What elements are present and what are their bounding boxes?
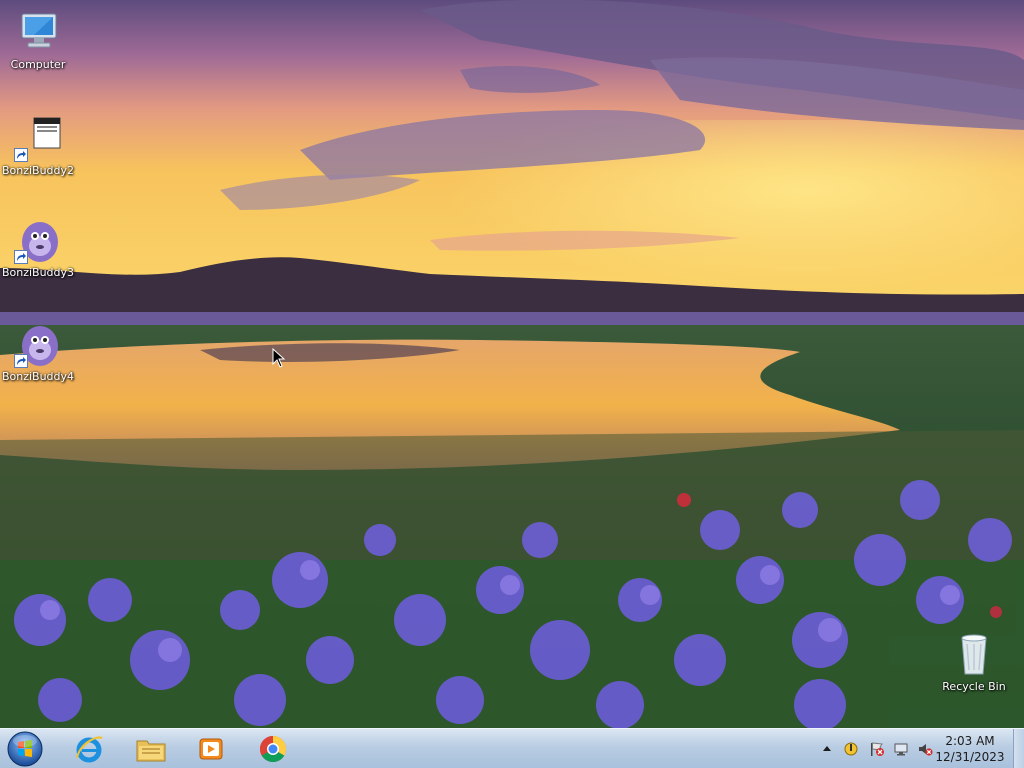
file-explorer-icon: [136, 740, 166, 762]
desktop[interactable]: Computer BonziBuddy2 BonziBuddy3 BonziBu…: [0, 0, 1024, 728]
taskbar: 2:03 AM 12/31/2023: [0, 728, 1024, 768]
start-orb-icon: [7, 731, 43, 767]
desktop-icon-bonzibuddy2[interactable]: BonziBuddy2: [0, 114, 76, 177]
taskbar-clock[interactable]: 2:03 AM 12/31/2023: [930, 733, 1010, 765]
taskbar-chrome[interactable]: [246, 732, 300, 766]
show-desktop-button[interactable]: [1013, 729, 1024, 768]
shortcut-arrow-icon: [14, 250, 28, 264]
desktop-icon-computer[interactable]: Computer: [0, 8, 76, 71]
desktop-icon-bonzibuddy3[interactable]: BonziBuddy3: [0, 216, 76, 279]
computer-icon: [14, 8, 62, 56]
desktop-icon-label: Computer: [10, 58, 66, 71]
shortcut-arrow-icon: [14, 354, 28, 368]
clock-date: 12/31/2023: [935, 750, 1005, 764]
taskbar-internet-explorer[interactable]: [62, 732, 116, 766]
desktop-icon-recycle-bin[interactable]: Recycle Bin: [936, 630, 1012, 693]
desktop-icon-label: Recycle Bin: [942, 680, 1006, 693]
taskbar-media-player[interactable]: [184, 732, 238, 766]
bonzi-gorilla-icon: [14, 216, 62, 264]
show-hidden-icons-icon[interactable]: [819, 741, 835, 757]
system-tray: 2:03 AM 12/31/2023: [809, 729, 1024, 768]
flag-icon[interactable]: [869, 741, 885, 757]
taskbar-file-explorer[interactable]: [124, 732, 178, 766]
recycle-bin-icon: [950, 630, 998, 678]
internet-explorer-icon: [76, 736, 103, 763]
desktop-icon-label: BonziBuddy3: [1, 266, 75, 279]
shortcut-arrow-icon: [14, 148, 28, 162]
desktop-icon-label: BonziBuddy4: [1, 370, 75, 383]
clock-time: 2:03 AM: [945, 734, 995, 748]
chrome-icon: [259, 735, 287, 763]
mouse-cursor-icon: [272, 348, 286, 368]
start-button[interactable]: [6, 730, 44, 768]
network-icon[interactable]: [893, 741, 909, 757]
bonzi-window-icon: [14, 114, 62, 162]
bonzi-gorilla-icon: [14, 320, 62, 368]
desktop-icon-bonzibuddy4[interactable]: BonziBuddy4: [0, 320, 76, 383]
media-player-icon: [199, 738, 223, 760]
wallpaper: [0, 0, 1024, 728]
desktop-icon-label: BonziBuddy2: [1, 164, 75, 177]
action-center-icon[interactable]: [843, 741, 859, 757]
